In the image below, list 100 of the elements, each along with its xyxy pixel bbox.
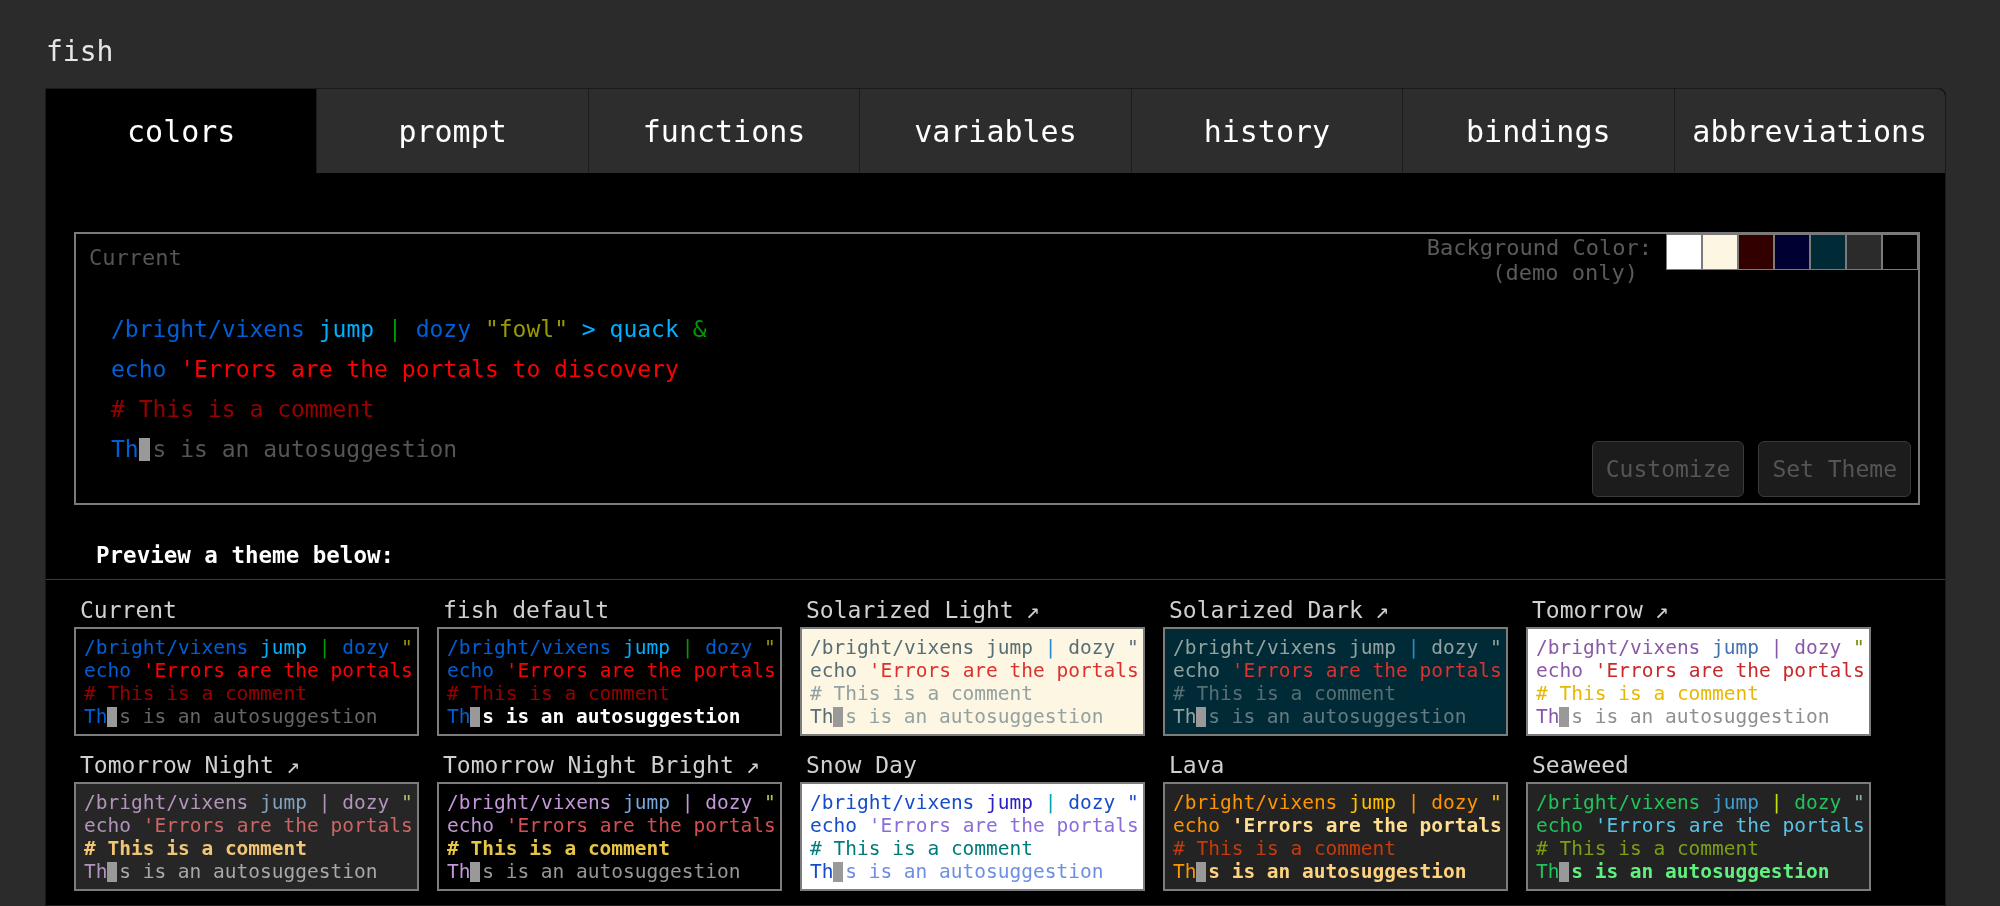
code-text: echo 'Errors are the portals [84,659,413,682]
code-text: s is an autosuggestion [482,705,741,728]
theme-preview-card[interactable]: /bright/vixens jump | dozy " echo 'Errors are the portals # This is a comment Th s is an autosuggestion [1526,627,1871,736]
theme-name: Tomorrow Night Bright [443,751,734,780]
theme-preview-card[interactable]: /bright/vixens jump | dozy " echo 'Errors are the portals # This is a comment Th s is an autosuggestion [800,782,1145,891]
code-text: # This is a comment [447,682,671,705]
cursor-icon [470,707,481,727]
code-text: s is an autosuggestion [1208,860,1467,883]
code-text: echo 'Errors are the portals [1536,659,1865,682]
code-text: echo 'Errors are the portals [84,814,413,837]
theme-preview-card[interactable]: /bright/vixens jump | dozy " echo 'Errors are the portals # This is a comment Th s is an autosuggestion [74,782,419,891]
external-link[interactable]: ↗ [745,750,760,780]
color-swatch-icon[interactable] [1666,234,1702,270]
external-link[interactable]: ↗ [1025,595,1040,625]
code-text: # This is a comment [447,837,671,860]
code-text: Th [810,705,834,728]
external-link[interactable]: ↗ [285,750,300,780]
code-text: # This is a comment [84,837,308,860]
code-text: echo 'Errors are the portals [1536,814,1865,837]
cursor-icon [833,862,844,882]
theme-name: Solarized Dark [1169,596,1363,625]
code-text: /bright/vixens jump | dozy "fowl" > quack & [111,316,707,342]
code-text: s is an autosuggestion [1208,705,1467,728]
code-text: echo 'Errors are the portals [810,659,1139,682]
theme-name: Snow Day [806,751,917,780]
code-text: echo 'Errors are the portals [1173,814,1502,837]
cursor-icon [1559,707,1570,727]
color-swatch-icon[interactable] [1846,234,1882,270]
code-text: # This is a comment [111,396,375,422]
app-title: fish [46,34,114,70]
code-text: echo 'Errors are the portals [447,659,776,682]
code-text: echo 'Errors are the portals [447,814,776,837]
code-text: /bright/vixens jump | dozy " [447,791,776,814]
external-link[interactable]: ↗ [1374,595,1389,625]
code-text: Th [1173,705,1197,728]
tab[interactable]: abbreviations [1673,89,1945,173]
code-text: Th [1173,860,1197,883]
theme-preview-card[interactable]: /bright/vixens jump | dozy " echo 'Errors are the portals # This is a comment Th s is an autosuggestion [74,627,419,736]
code-text: s is an autosuggestion [482,860,741,883]
code-text: # This is a comment [1536,682,1760,705]
theme-name: Tomorrow Night [80,751,274,780]
tab[interactable]: history [1130,89,1403,173]
theme-preview-card[interactable]: /bright/vixens jump | dozy " echo 'Errors are the portals # This is a comment Th s is an autosuggestion [1163,782,1508,891]
code-text: s is an autosuggestion [845,860,1104,883]
code-text: echo 'Errors are the portals to discovery [111,356,679,382]
theme-preview-card[interactable]: /bright/vixens jump | dozy " echo 'Errors are the portals # This is a comment Th s is an autosuggestion [1526,782,1871,891]
code-text: Th [810,860,834,883]
code-text: s is an autosuggestion [1571,860,1830,883]
code-text: /bright/vixens jump | dozy " [1173,791,1502,814]
code-text: Th [84,705,108,728]
code-text: Th [1536,705,1560,728]
tab[interactable]: variables [859,89,1131,173]
theme-preview-card[interactable]: /bright/vixens jump | dozy " echo 'Errors are the portals # This is a comment Th s is an autosuggestion [1163,627,1508,736]
tab[interactable]: bindings [1402,89,1674,173]
theme-preview-card[interactable]: /bright/vixens jump | dozy " echo 'Errors are the portals # This is a comment Th s is an autosuggestion [437,627,782,736]
code-text: Th [111,436,139,462]
code-text: /bright/vixens jump | dozy " [1536,791,1865,814]
code-text: s is an autosuggestion [845,705,1104,728]
tab[interactable]: functions [587,89,860,173]
color-swatch-icon[interactable] [1774,234,1810,270]
code-text: # This is a comment [1536,837,1760,860]
code-text: # This is a comment [1173,837,1397,860]
color-swatch-icon[interactable] [1702,234,1738,270]
code-text: # This is a comment [84,682,308,705]
theme-name: fish default [443,596,610,625]
preview-label: Current [89,244,182,271]
code-text: Th [1536,860,1560,883]
code-text: s is an autosuggestion [1571,705,1830,728]
external-link[interactable]: ↗ [1654,595,1669,625]
color-swatch-icon[interactable] [1882,234,1918,270]
code-text: s is an autosuggestion [119,860,378,883]
color-swatch-icon[interactable] [1810,234,1846,270]
code-text: /bright/vixens jump | dozy " [447,636,776,659]
background-color-label: Background Color: [1426,235,1652,260]
cursor-icon [107,862,118,882]
theme-name: Current [80,596,177,625]
code-text: /bright/vixens jump | dozy " [1536,636,1865,659]
cursor-icon [833,707,844,727]
theme-preview-card[interactable]: /bright/vixens jump | dozy " echo 'Errors are the portals # This is a comment Th s is an autosuggestion [800,627,1145,736]
cursor-icon [1196,707,1207,727]
theme-name: Seaweed [1532,751,1629,780]
code-text: /bright/vixens jump | dozy " [84,636,413,659]
theme-name: Tomorrow [1532,596,1643,625]
cursor-icon [1559,862,1570,882]
code-text: # This is a comment [1173,682,1397,705]
color-swatch-icon[interactable] [1738,234,1774,270]
tab[interactable]: prompt [316,89,588,173]
theme-name: Solarized Light [806,596,1014,625]
code-text: /bright/vixens jump | dozy " [810,636,1139,659]
code-text: # This is a comment [810,682,1034,705]
code-text: Th [84,860,108,883]
code-text: echo 'Errors are the portals [1173,659,1502,682]
theme-name: Lava [1169,751,1225,780]
cursor-icon [107,707,118,727]
section-heading: Preview a theme below: [96,542,394,569]
code-text: /bright/vixens jump | dozy " [84,791,413,814]
theme-preview-card[interactable]: /bright/vixens jump | dozy " echo 'Errors are the portals # This is a comment Th s is an autosuggestion [437,782,782,891]
code-text: Th [447,860,471,883]
code-text: /bright/vixens jump | dozy " [810,791,1139,814]
code-text: Th [447,705,471,728]
